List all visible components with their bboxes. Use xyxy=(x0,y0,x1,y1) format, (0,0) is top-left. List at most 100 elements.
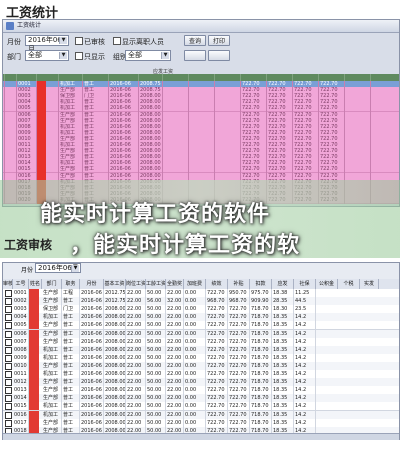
table-cell: 0010 xyxy=(13,361,29,370)
chevron-down-icon[interactable]: ▼ xyxy=(59,37,67,44)
table-cell: 14.2 xyxy=(294,321,316,330)
row-checkbox[interactable] xyxy=(5,322,12,330)
table-cell: 生产部 xyxy=(42,386,62,395)
table-cell: 14.2 xyxy=(294,402,316,411)
table-cell: 722.70 xyxy=(206,402,228,411)
row-checkbox[interactable] xyxy=(5,346,12,354)
column-header[interactable]: 加班费 xyxy=(184,279,206,289)
show-resigned-checkbox[interactable] xyxy=(113,37,121,45)
row-checkbox[interactable] xyxy=(5,379,12,387)
table-cell: 22.00 xyxy=(126,329,146,338)
chevron-down-icon[interactable]: ▼ xyxy=(161,52,169,59)
row-checkbox[interactable] xyxy=(5,338,12,346)
group-select[interactable]: 全部 ▼ xyxy=(125,50,171,61)
grid-cell: 722.70 xyxy=(320,172,338,179)
grid-cell: 0012 xyxy=(18,148,31,155)
table-cell: 18.35 xyxy=(272,361,294,370)
column-header[interactable]: 个税 xyxy=(338,279,360,289)
table-cell: 909.90 xyxy=(250,297,272,306)
header-divider xyxy=(188,74,189,81)
table-cell: 718.70 xyxy=(250,329,272,338)
grid-cell: 722.70 xyxy=(294,166,312,173)
grid-cell: 普工 xyxy=(84,111,95,118)
table-cell: 2016-06 xyxy=(80,402,104,411)
table-cell: 722.70 xyxy=(206,378,228,387)
export-button[interactable] xyxy=(184,50,206,61)
row-checkbox[interactable] xyxy=(5,330,12,338)
dept-select[interactable]: 全部 ▼ xyxy=(25,50,69,61)
row-checkbox[interactable] xyxy=(5,290,12,297)
column-header[interactable]: 扣款 xyxy=(250,279,272,289)
query-button[interactable]: 查询 xyxy=(184,35,206,46)
column-header[interactable]: 部门 xyxy=(42,279,62,289)
column-header[interactable]: 姓名 xyxy=(29,279,42,289)
table-cell: 50.00 xyxy=(146,402,166,411)
print-button[interactable]: 打印 xyxy=(208,35,230,46)
grid-cell: 2016-06 xyxy=(110,105,131,112)
only-show-checkbox[interactable] xyxy=(75,52,83,60)
grid-cell: 722.70 xyxy=(268,129,286,136)
row-checkbox[interactable] xyxy=(5,314,12,322)
table-cell: 0.00 xyxy=(184,289,206,297)
table-cell: 22.00 xyxy=(166,353,184,362)
approved-checkbox[interactable] xyxy=(75,37,83,45)
grid-cell: 普工 xyxy=(84,142,95,148)
table-cell: 722.70 xyxy=(228,370,250,378)
month-select[interactable]: 2016年06月 ▼ xyxy=(25,35,69,53)
column-header[interactable]: 全勤奖 xyxy=(166,279,184,289)
column-header[interactable]: 公积金 xyxy=(316,279,338,289)
grid-cell: 722.70 xyxy=(268,148,286,155)
grid-cell: 机加工 xyxy=(60,81,76,87)
column-header[interactable]: 基本工资 xyxy=(104,279,126,289)
table-cell: 14.2 xyxy=(294,345,316,354)
table-cell: 722.70 xyxy=(206,418,228,427)
chevron-down-icon[interactable]: ▼ xyxy=(71,265,79,272)
table-cell: 718.70 xyxy=(250,321,272,330)
header-divider xyxy=(108,74,109,81)
row-checkbox[interactable] xyxy=(5,411,12,419)
column-header[interactable]: 应发 xyxy=(272,279,294,289)
highlight-cell xyxy=(29,361,39,370)
table-cell: 718.70 xyxy=(250,394,272,403)
column-header[interactable]: 岗位工资 xyxy=(126,279,146,289)
grid-cell: 生产部 xyxy=(60,117,76,124)
row-checkbox[interactable] xyxy=(5,354,12,362)
column-header[interactable]: 审核 xyxy=(3,279,13,289)
grid-cell: 普工 xyxy=(84,117,95,124)
table-cell: 2016-06 xyxy=(80,378,104,387)
row-checkbox[interactable] xyxy=(5,419,12,427)
column-header[interactable]: 职务 xyxy=(62,279,80,289)
table-cell: 28.35 xyxy=(272,297,294,306)
column-header[interactable]: 社保 xyxy=(294,279,316,289)
close-button[interactable] xyxy=(208,50,230,61)
grid-cell: 2016-06 xyxy=(110,154,131,161)
grid-cell: 722.70 xyxy=(320,129,338,136)
chevron-down-icon[interactable]: ▼ xyxy=(59,52,67,59)
row-checkbox[interactable] xyxy=(5,306,12,314)
table-cell: 22.00 xyxy=(166,329,184,338)
column-header[interactable]: 工龄工资 xyxy=(146,279,166,289)
table-cell: 2008.00 xyxy=(105,361,126,370)
table-cell: 18.35 xyxy=(272,418,294,427)
row-checkbox[interactable] xyxy=(5,395,12,403)
row-checkbox[interactable] xyxy=(5,298,12,306)
column-header[interactable]: 补贴 xyxy=(228,279,250,289)
table-cell: 普工 xyxy=(62,418,80,427)
column-header[interactable]: 绩效 xyxy=(206,279,228,289)
header-divider xyxy=(162,74,163,81)
highlight-cell xyxy=(29,378,39,387)
row-checkbox[interactable] xyxy=(5,403,12,411)
row-checkbox[interactable] xyxy=(5,371,12,378)
row-checkbox[interactable] xyxy=(5,387,12,395)
table-cell: 722.70 xyxy=(228,337,250,346)
grid-cell: 722.70 xyxy=(294,93,312,100)
column-header[interactable]: 月份 xyxy=(80,279,104,289)
grid-cell: 生产部 xyxy=(60,135,76,142)
column-header[interactable]: 工号 xyxy=(13,279,29,289)
table-cell: 2008.00 xyxy=(105,337,126,346)
month-select-2[interactable]: 2016年06月 ▼ xyxy=(35,263,81,273)
table-cell: 普工 xyxy=(62,321,80,330)
table-cell: 机加工 xyxy=(42,345,62,354)
column-header[interactable]: 实发 xyxy=(360,279,379,289)
row-checkbox[interactable] xyxy=(5,362,12,370)
